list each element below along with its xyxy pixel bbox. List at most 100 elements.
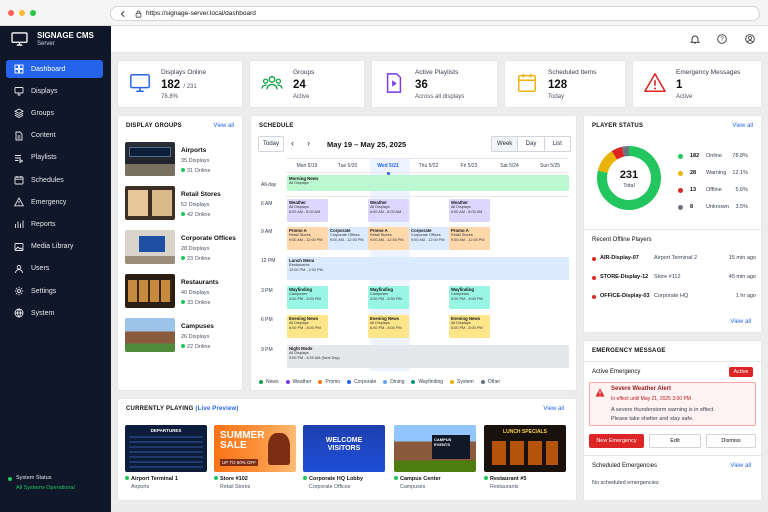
- sidebar-item-schedules[interactable]: Schedules: [6, 171, 103, 189]
- group-item-retail[interactable]: Retail Stores 52 Displays 42 Online: [125, 186, 245, 222]
- offline-view-all-link[interactable]: View all: [730, 319, 751, 325]
- view-list-tab[interactable]: List: [545, 137, 570, 151]
- group-item-airports[interactable]: Airports 35 Displays 31 Online: [125, 142, 245, 178]
- display-groups-panel: DISPLAY GROUPS View all Airports 35 Disp…: [117, 115, 243, 391]
- dismiss-button[interactable]: Dismiss: [706, 434, 756, 448]
- maximize-window-button[interactable]: [30, 10, 36, 16]
- section-title: SCHEDULE: [259, 123, 294, 129]
- view-day-tab[interactable]: Day: [518, 137, 545, 151]
- system-status-value: All Systems Operational: [16, 485, 75, 491]
- sidebar-item-dashboard[interactable]: Dashboard: [6, 60, 103, 78]
- bell-icon[interactable]: [690, 34, 700, 44]
- sidebar-item-settings[interactable]: Settings: [6, 282, 103, 300]
- sidebar-item-reports[interactable]: Reports: [6, 215, 103, 233]
- back-icon[interactable]: [119, 10, 127, 18]
- player-screen: WELCOME VISITORS: [303, 425, 385, 472]
- sidebar-item-groups[interactable]: Groups: [6, 104, 103, 122]
- url-text: https://signage-server.local/dashboard: [146, 10, 256, 17]
- event-weather[interactable]: Weather All Displays 6:00 AM - 8:00 AM: [287, 199, 328, 222]
- group-thumbnail: [125, 230, 175, 264]
- stat-active-playlists[interactable]: Active Playlists 36 Across all displays: [371, 60, 498, 108]
- sidebar-item-label: Groups: [31, 109, 54, 117]
- playlist-icon: [15, 154, 24, 163]
- system-status-label: System Status: [16, 475, 52, 481]
- event-corporate[interactable]: Corporate Corporate Offices 9:00 AM - 12:0…: [409, 227, 449, 250]
- stat-value: 182 / 231: [161, 79, 197, 91]
- view-all-link[interactable]: View all: [543, 406, 564, 412]
- sidebar-item-media-library[interactable]: Media Library: [6, 238, 103, 256]
- sidebar-item-emergency[interactable]: Emergency: [6, 193, 103, 211]
- player-tile[interactable]: LUNCH SPECIALS Restaurant #5 Restaurants: [484, 425, 566, 490]
- new-emergency-button[interactable]: New Emergency: [589, 434, 644, 448]
- sidebar-item-system[interactable]: System: [6, 304, 103, 322]
- status-row-online: 182 Online 78.8%: [678, 153, 752, 163]
- player-name: Campus Center: [400, 476, 441, 482]
- event-night-mode[interactable]: Night Mode All Displays 9:00 PM - 6:00 AM …: [287, 345, 569, 368]
- scheduled-view-all-link[interactable]: View all: [730, 463, 751, 469]
- view-all-link[interactable]: View all: [213, 123, 234, 129]
- stat-displays-online[interactable]: Displays Online 182 / 231 78.8%: [117, 60, 243, 108]
- event-wayfinding[interactable]: Wayfinding Campuses 3:00 PM - 5:00 PM: [287, 286, 328, 309]
- group-item-corporate[interactable]: Corporate Offices 28 Displays 23 Online: [125, 230, 245, 266]
- player-tile[interactable]: CAMPUS EVENTS Campus Center Campuses: [394, 425, 476, 490]
- player-tile[interactable]: DEPARTURES Airport Terminal 1 Airports: [125, 425, 207, 490]
- account-icon[interactable]: [745, 34, 755, 44]
- stat-scheduled-items[interactable]: Scheduled Items 128 Today: [504, 60, 626, 108]
- address-bar[interactable]: https://signage-server.local/dashboard: [110, 6, 760, 21]
- group-online: 23 Online: [181, 256, 211, 262]
- chevron-right-icon[interactable]: ›: [307, 138, 310, 148]
- stat-sub: Active: [676, 94, 693, 100]
- stat-value: 36: [415, 79, 428, 91]
- group-item-restaurants[interactable]: Restaurants 40 Displays 33 Online: [125, 274, 245, 310]
- view-week-tab[interactable]: Week: [492, 137, 519, 151]
- sidebar-item-users[interactable]: Users: [6, 260, 103, 278]
- event-evening-news[interactable]: Evening News All Displays 6:00 PM - 8:00 P…: [449, 315, 490, 338]
- sidebar-item-label: Media Library: [31, 243, 74, 251]
- legend-item: Corporate: [347, 378, 376, 386]
- event-evening-news[interactable]: Evening News All Displays 6:00 PM - 8:00 P…: [287, 315, 328, 338]
- minimize-window-button[interactable]: [19, 10, 25, 16]
- event-corporate[interactable]: Corporate Corporate Offices 9:00 AM - 12:0…: [328, 227, 368, 250]
- sidebar-item-label: Emergency: [31, 198, 67, 206]
- event-weather[interactable]: Weather All Displays 6:00 AM - 8:00 AM: [368, 199, 409, 222]
- help-icon[interactable]: ?: [717, 34, 727, 44]
- sidebar-item-displays[interactable]: Displays: [6, 82, 103, 100]
- player-tile[interactable]: WELCOME VISITORS Corporate HQ Lobby Corp…: [303, 425, 385, 490]
- event-weather[interactable]: Weather All Displays 6:00 AM - 8:00 AM: [449, 199, 490, 222]
- chevron-left-icon[interactable]: ‹: [291, 138, 294, 148]
- legend-item: Dining: [383, 378, 404, 386]
- group-thumbnail: [125, 142, 175, 176]
- view-all-link[interactable]: View all: [732, 123, 753, 129]
- stat-sub: Active: [293, 94, 310, 100]
- day-header: Mon 5/19: [296, 163, 318, 169]
- total-count: 231: [619, 169, 639, 181]
- stat-emergency-messages[interactable]: Emergency Messages 1 Active: [632, 60, 762, 108]
- player-name: Restaurant #5: [490, 476, 527, 482]
- event-wayfinding[interactable]: Wayfinding Campuses 3:00 PM - 5:00 PM: [449, 286, 490, 309]
- event-morning-news[interactable]: Morning News All Displays: [287, 175, 569, 191]
- sidebar-item-playlists[interactable]: Playlists: [6, 149, 103, 167]
- offline-title: Recent Offline Players: [592, 237, 652, 243]
- offline-player-row[interactable]: AIR-Display-07 Airport Terminal 2 15 min a…: [592, 255, 760, 267]
- event-promo[interactable]: Promo A Retail Stores 9:00 AM - 12:00 PM: [449, 227, 490, 250]
- player-group: Corporate Offices: [309, 484, 351, 490]
- close-window-button[interactable]: [8, 10, 14, 16]
- group-item-campuses[interactable]: Campuses 26 Displays 22 Online: [125, 318, 245, 354]
- event-lunch-menu[interactable]: Lunch Menu Restaurants 12:00 PM - 2:00 PM: [287, 257, 569, 280]
- users-icon: [261, 75, 283, 90]
- sidebar-item-content[interactable]: Content: [6, 127, 103, 145]
- today-button[interactable]: Today: [258, 136, 284, 152]
- player-tile[interactable]: SUMMER SALE UP TO 50% OFF Store #102 Ret…: [214, 425, 296, 490]
- offline-player-row[interactable]: OFFICE-Display-03 Corporate HQ 1 hr ago: [592, 293, 760, 305]
- event-promo[interactable]: Promo A Retail Stores 9:00 AM - 12:00 PM: [287, 227, 328, 250]
- event-evening-news[interactable]: Evening News All Displays 6:00 PM - 8:00 P…: [368, 315, 409, 338]
- event-promo[interactable]: Promo A Retail Stores 9:00 AM - 12:00 PM: [368, 227, 409, 250]
- play-file-icon: [386, 73, 402, 93]
- sidebar-item-label: Settings: [31, 287, 57, 295]
- section-title: PLAYER STATUS: [592, 123, 644, 129]
- edit-button[interactable]: Edit: [649, 434, 701, 448]
- alert-box: Severe Weather Alert In effect until May…: [589, 382, 756, 426]
- stat-groups[interactable]: Groups 24 Active: [249, 60, 365, 108]
- event-wayfinding[interactable]: Wayfinding Campuses 3:00 PM - 5:00 PM: [368, 286, 409, 309]
- offline-player-row[interactable]: STORE-Display-12 Store #112 45 min ago: [592, 274, 760, 286]
